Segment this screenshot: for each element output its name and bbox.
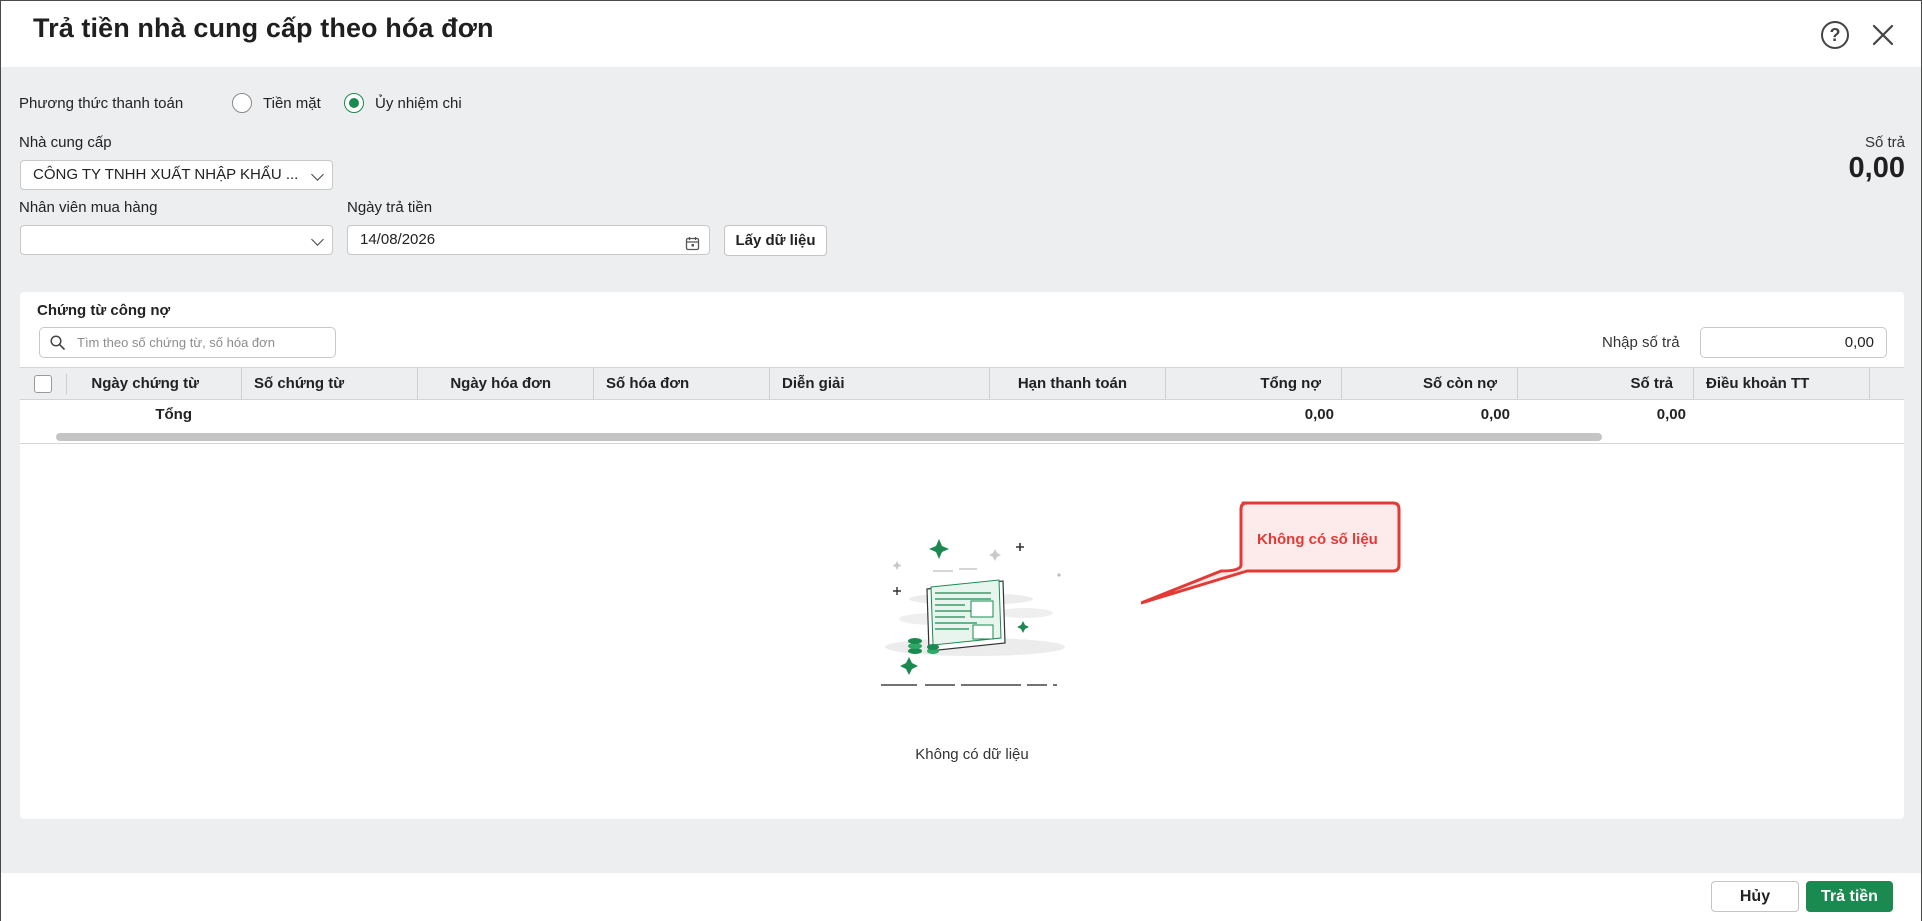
search-icon [50, 335, 65, 350]
panel-title: Chứng từ công nợ [37, 302, 171, 319]
column-so-chung-tu[interactable]: Số chứng từ [242, 368, 418, 399]
radio-transfer[interactable] [344, 93, 364, 113]
payment-date-label: Ngày trả tiền [347, 199, 433, 216]
search-placeholder: Tìm theo số chứng từ, số hóa đơn [77, 335, 275, 350]
payment-dialog: Trả tiền nhà cung cấp theo hóa đơn ? Phư… [0, 0, 1922, 921]
column-tong-no[interactable]: Tổng nợ [1166, 368, 1342, 399]
close-icon[interactable] [1867, 19, 1899, 51]
supplier-label: Nhà cung cấp [19, 134, 112, 151]
chevron-down-icon [311, 168, 324, 181]
search-input[interactable]: Tìm theo số chứng từ, số hóa đơn [39, 327, 336, 358]
payment-date-input[interactable]: 14/08/2026 [347, 225, 710, 255]
empty-state-illustration [875, 533, 1071, 693]
amount-input-label: Nhập số trả [1602, 334, 1680, 351]
radio-cash[interactable] [232, 93, 252, 113]
scrollbar-thumb[interactable] [56, 433, 1602, 441]
paid-summary-label: Số trả [1864, 134, 1905, 151]
total-label: Tổng [155, 406, 192, 423]
column-ngay-hoa-don[interactable]: Ngày hóa đơn [418, 368, 594, 399]
supplier-select[interactable]: CÔNG TY TNHH XUẤT NHẬP KHẨU ... [20, 160, 333, 190]
cancel-button[interactable]: Hủy [1711, 881, 1799, 912]
pay-button[interactable]: Trả tiền [1806, 881, 1893, 912]
purchaser-select[interactable] [20, 225, 333, 255]
column-so-hoa-don[interactable]: Số hóa đơn [594, 368, 770, 399]
calendar-icon[interactable] [685, 233, 700, 254]
empty-state-text: Không có dữ liệu [915, 746, 1029, 763]
dialog-title: Trả tiền nhà cung cấp theo hóa đơn [33, 13, 494, 43]
radio-transfer-label[interactable]: Ủy nhiệm chi [375, 95, 462, 112]
column-so-tra[interactable]: Số trả [1518, 368, 1694, 399]
dialog-header: Trả tiền nhà cung cấp theo hóa đơn ? [1, 1, 1921, 67]
amount-input[interactable]: 0,00 [1700, 327, 1887, 358]
select-all-checkbox[interactable] [34, 375, 52, 393]
chevron-down-icon [311, 233, 324, 246]
radio-cash-label[interactable]: Tiền mặt [263, 95, 321, 112]
supplier-value: CÔNG TY TNHH XUẤT NHẬP KHẨU ... [33, 166, 299, 183]
paid-summary-value: 0,00 [1848, 152, 1905, 184]
column-han-thanh-toan[interactable]: Hạn thanh toán [990, 368, 1166, 399]
column-ngay-chung-tu[interactable]: Ngày chứng từ [66, 368, 242, 399]
column-dieu-khoan-tt[interactable]: Điều khoản TT [1694, 368, 1870, 399]
column-so-con-no[interactable]: Số còn nợ [1342, 368, 1518, 399]
annotation-callout [1141, 501, 1401, 605]
help-icon[interactable]: ? [1821, 21, 1849, 49]
total-row: Tổng 0,00 0,00 0,00 [20, 400, 1904, 430]
table-header: Ngày chứng từ Số chứng từ Ngày hóa đơn S… [20, 367, 1904, 400]
column-dien-giai[interactable]: Diễn giải [770, 368, 990, 399]
total-debt-value: 0,00 [1304, 406, 1334, 423]
horizontal-scrollbar[interactable] [20, 430, 1904, 444]
payment-method-label: Phương thức thanh toán [19, 95, 184, 112]
dialog-footer [1, 873, 1921, 921]
annotation-text: Không có số liệu [1257, 531, 1378, 548]
total-remaining-value: 0,00 [1480, 406, 1510, 423]
fetch-data-button[interactable]: Lấy dữ liệu [724, 225, 827, 256]
purchaser-label: Nhân viên mua hàng [19, 199, 158, 216]
payment-date-value: 14/08/2026 [360, 231, 436, 248]
total-paid-value: 0,00 [1656, 406, 1686, 423]
